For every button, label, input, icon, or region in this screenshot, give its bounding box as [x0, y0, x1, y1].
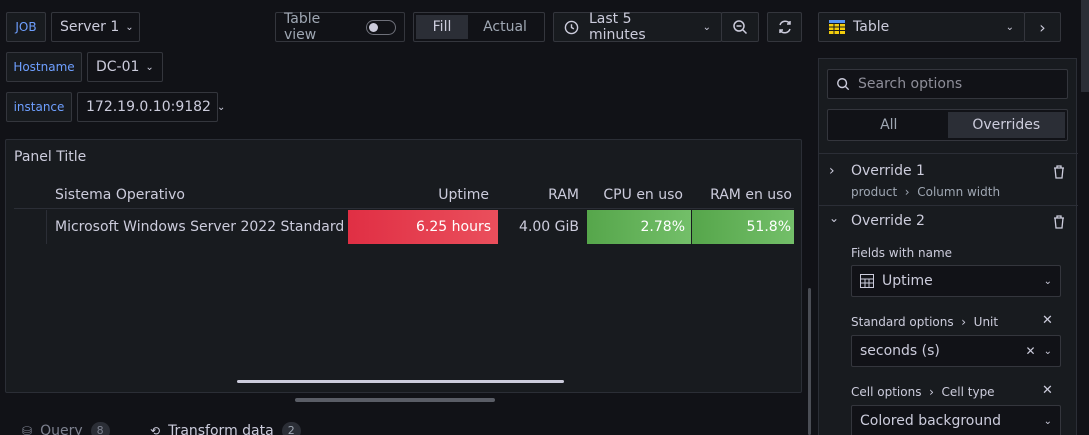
fields-with-name-label: Fields with name	[851, 246, 953, 260]
cell-cpu-text: 2.78%	[640, 219, 685, 235]
visualization-picker[interactable]: Table ⌄	[818, 12, 1025, 42]
chevron-down-icon: ⌄	[1005, 21, 1014, 33]
transform-icon: ⟲	[150, 424, 161, 435]
panel-title: Panel Title	[14, 149, 87, 165]
chevron-right-icon: ›	[1039, 17, 1046, 37]
table-view-toggle[interactable]: Table view	[275, 11, 405, 43]
column-header-cpu[interactable]: CPU en uso	[587, 180, 683, 210]
override-1-header[interactable]: › Override 1 product › Column width	[829, 163, 1069, 203]
cell-ram: 4.00 GiB	[519, 219, 579, 235]
options-scrollbar[interactable]	[1081, 0, 1089, 92]
chevron-down-icon: ⌄	[145, 61, 154, 73]
database-icon: ⛁	[22, 424, 33, 435]
table-icon	[829, 20, 845, 34]
query-count-badge: 8	[90, 422, 110, 435]
job-variable-select[interactable]: Server 1 ⌄	[51, 12, 140, 42]
chevron-down-icon: ⌄	[1043, 275, 1052, 287]
tab-transform[interactable]: ⟲ Transform data 2	[150, 422, 301, 435]
column-header-uptime[interactable]: Uptime	[348, 180, 489, 210]
tab-transform-label: Transform data	[168, 423, 274, 435]
field-name-select[interactable]: Uptime ⌄	[851, 265, 1061, 297]
table-field-icon	[860, 274, 874, 288]
fill-option[interactable]: Fill	[416, 15, 468, 39]
column-header-ram-used[interactable]: RAM en uso	[691, 180, 792, 210]
cell-uptime-text: 6.25 hours	[416, 219, 491, 235]
trash-icon[interactable]	[1053, 165, 1065, 179]
refresh-icon	[778, 20, 791, 34]
unit-property-label: Standard options › Unit	[851, 315, 999, 329]
unit-value: seconds (s)	[860, 343, 940, 359]
time-range-picker[interactable]: Last 5 minutes ⌄	[553, 11, 722, 43]
cell-ram-used-text: 51.8%	[746, 219, 791, 235]
divider	[819, 153, 1078, 154]
clear-icon[interactable]: ✕	[1026, 344, 1036, 358]
column-header-os[interactable]: Sistema Operativo	[55, 180, 185, 210]
vertical-scrollbar[interactable]	[808, 288, 811, 435]
field-name-value: Uptime	[882, 273, 933, 289]
column-header-ram[interactable]: RAM	[498, 180, 579, 210]
hostname-variable-select[interactable]: DC-01 ⌄	[87, 52, 163, 82]
tab-query-label: Query	[40, 423, 83, 435]
remove-property-icon[interactable]: ✕	[1042, 383, 1053, 398]
remove-property-icon[interactable]: ✕	[1042, 313, 1053, 328]
chevron-down-icon: ⌄	[702, 21, 711, 33]
zoom-out-icon	[733, 20, 748, 35]
unit-select[interactable]: seconds (s) ✕ ⌄	[851, 335, 1061, 367]
pane-resize-handle[interactable]	[295, 398, 495, 402]
cell-os: Microsoft Windows Server 2022 Standard	[55, 219, 345, 235]
divider	[819, 205, 1078, 206]
visualization-name: Table	[853, 19, 890, 35]
override-2-header[interactable]: ⌄ Override 2	[829, 211, 1069, 235]
instance-variable-select[interactable]: 172.19.0.10:9182 ⌄	[77, 92, 225, 122]
hostname-variable-value: DC-01	[96, 59, 140, 75]
time-range-label: Last 5 minutes	[589, 11, 646, 43]
zoom-out-button[interactable]	[721, 12, 759, 42]
job-variable-value: Server 1	[60, 19, 120, 35]
override-1-crumb: product › Column width	[851, 185, 1001, 199]
chevron-right-icon: ›	[829, 163, 835, 179]
options-pane: Search options All Overrides › Override …	[818, 58, 1078, 435]
hostname-variable-label: Hostname	[6, 52, 82, 82]
actual-option[interactable]: Actual	[468, 15, 542, 39]
chevron-down-icon: ⌄	[216, 101, 226, 113]
toggle-switch[interactable]	[366, 19, 396, 35]
instance-variable-label: instance	[6, 92, 72, 122]
chevron-down-icon: ⌄	[1043, 415, 1052, 427]
options-filter-group: All Overrides	[827, 109, 1068, 141]
chevron-down-icon: ⌄	[125, 21, 134, 33]
cell-type-select[interactable]: Colored background ⌄	[851, 405, 1061, 435]
fill-actual-radio-group: Fill Actual	[413, 12, 545, 42]
panel: Panel Title Sistema Operativo Uptime RAM…	[5, 139, 802, 393]
transform-count-badge: 2	[281, 422, 301, 435]
table-row: Microsoft Windows Server 2022 Standard 6…	[14, 210, 794, 244]
tab-all[interactable]: All	[830, 112, 948, 138]
horizontal-scrollbar[interactable]	[237, 380, 564, 383]
chevron-down-icon: ⌄	[1043, 345, 1052, 357]
trash-icon[interactable]	[1053, 215, 1065, 229]
job-variable-label: JOB	[6, 12, 46, 42]
data-table: Sistema Operativo Uptime RAM CPU en uso …	[14, 180, 794, 390]
clock-icon	[564, 20, 579, 34]
collapse-options-button[interactable]: ›	[1024, 12, 1061, 42]
search-icon	[837, 78, 850, 91]
chevron-down-icon: ⌄	[829, 211, 840, 225]
table-view-label: Table view	[284, 11, 321, 43]
instance-variable-value: 172.19.0.10:9182	[86, 99, 211, 115]
cell-type-value: Colored background	[860, 413, 1001, 429]
header-divider	[14, 208, 794, 209]
search-options-input[interactable]: Search options	[827, 69, 1068, 99]
tab-query[interactable]: ⛁ Query 8	[22, 422, 110, 435]
tab-overrides[interactable]: Overrides	[947, 112, 1065, 138]
override-1-title: Override 1	[851, 163, 925, 179]
search-placeholder: Search options	[858, 76, 963, 92]
cell-type-property-label: Cell options › Cell type	[851, 385, 995, 399]
refresh-button[interactable]	[767, 12, 802, 42]
override-2-title: Override 2	[851, 213, 925, 229]
